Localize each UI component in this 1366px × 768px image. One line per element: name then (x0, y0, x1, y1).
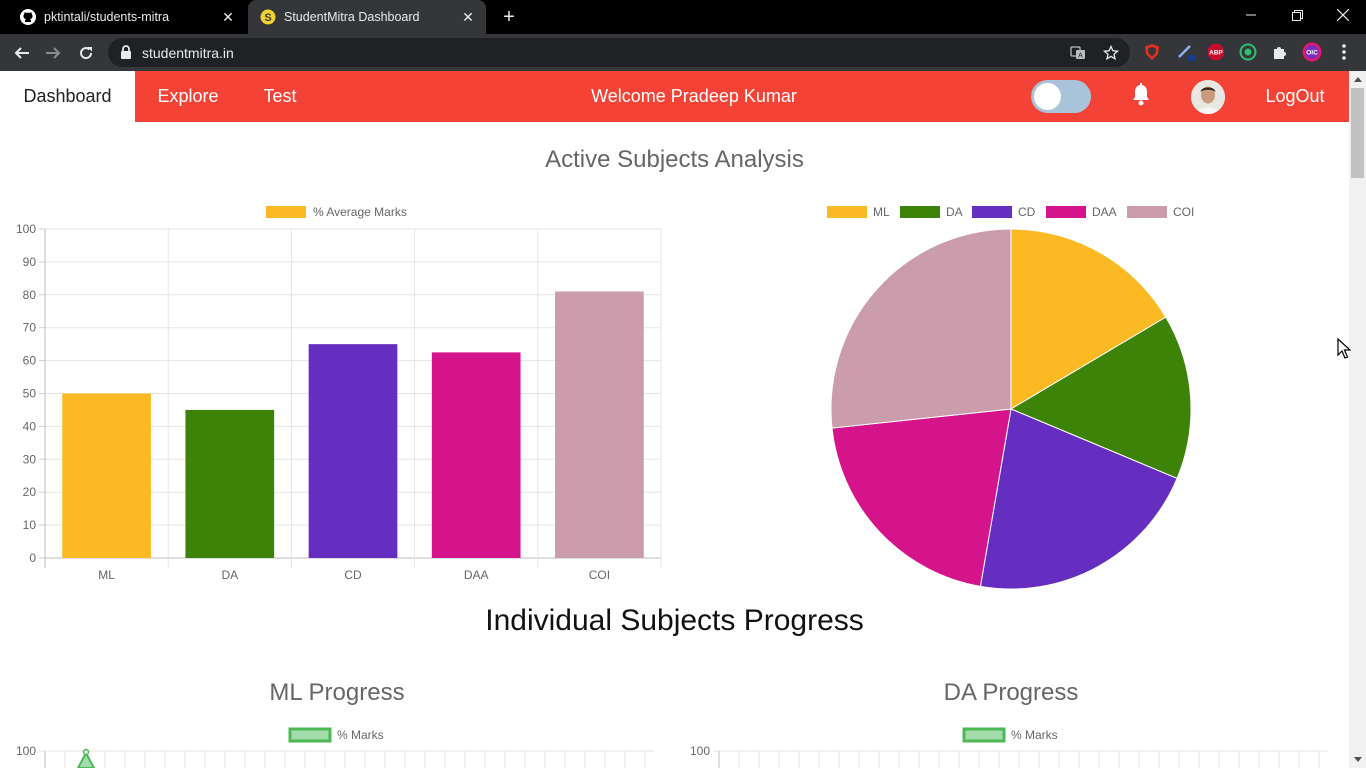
scroll-thumb[interactable] (1351, 88, 1364, 178)
logout-button[interactable]: LogOut (1257, 71, 1333, 122)
browser-toolbar: studentmitra.in A ABP OIC (0, 34, 1366, 71)
browser-menu-icon[interactable] (1334, 42, 1354, 62)
translate-icon[interactable]: A (1069, 44, 1087, 62)
bar-xtick-label: DAA (464, 568, 489, 582)
url-text: studentmitra.in (142, 45, 234, 61)
bar-ytick-label: 10 (23, 518, 37, 532)
pie-legend-label: CD (1018, 205, 1036, 219)
bar-ytick-label: 50 (23, 387, 37, 401)
bar-ytick-label: 0 (29, 551, 36, 565)
ml-ytick-label: 100 (16, 744, 36, 758)
target-extension-icon[interactable] (1238, 42, 1258, 62)
nav-test[interactable]: Test (254, 71, 306, 122)
browser-tab-studentmitra[interactable]: S StudentMitra Dashboard ✕ (248, 0, 486, 34)
s-logo-icon: S (260, 9, 276, 25)
svg-text:A: A (1078, 53, 1083, 60)
pie-slice-daa (831, 408, 1012, 587)
minimize-icon[interactable] (1228, 0, 1274, 30)
pie-legend-swatch-cd (972, 206, 1012, 218)
reload-icon[interactable] (73, 40, 99, 66)
bar-daa (431, 352, 521, 558)
theme-toggle[interactable] (1031, 80, 1091, 113)
github-icon (20, 9, 36, 25)
brave-shield-icon[interactable] (1142, 42, 1162, 62)
bar-xtick-label: DA (221, 568, 238, 582)
bar-xtick-label: COI (589, 568, 610, 582)
bar-ytick-label: 70 (23, 321, 37, 335)
ml-progress-point (82, 748, 90, 756)
bar-ytick-label: 60 (23, 354, 37, 368)
tab-title: pktintali/students-mitra (44, 10, 170, 24)
avatar[interactable] (1191, 80, 1225, 114)
da-legend-label: % Marks (1011, 728, 1058, 742)
bar-ytick-label: 30 (23, 452, 37, 466)
pie-legend-label: DA (946, 205, 963, 219)
bar-ytick-label: 20 (23, 485, 37, 499)
bar-xtick-label: ML (98, 568, 115, 582)
forward-icon[interactable] (40, 40, 66, 66)
page-scrollbar[interactable] (1349, 71, 1366, 768)
pie-legend-swatch-coi (1127, 206, 1167, 218)
bar-ml (62, 393, 151, 558)
browser-tab-github[interactable]: pktintali/students-mitra ✕ (8, 0, 246, 34)
scroll-down-arrow-icon[interactable] (1349, 751, 1366, 768)
pen-extension-icon[interactable] (1176, 42, 1196, 62)
da-legend-swatch (962, 727, 1006, 743)
pie-legend-swatch-daa (1046, 206, 1086, 218)
bar-ytick-label: 100 (16, 222, 36, 236)
pie-legend-label: DAA (1092, 205, 1117, 219)
dashboard-content: Active Subjects Analysis Individual Subj… (0, 122, 1349, 768)
close-tab-icon[interactable]: ✕ (218, 7, 238, 27)
back-icon[interactable] (9, 40, 35, 66)
bar-da (185, 409, 275, 558)
mouse-cursor-icon (1337, 337, 1352, 365)
address-bar[interactable]: studentmitra.in A (108, 38, 1130, 67)
scroll-up-arrow-icon[interactable] (1349, 71, 1366, 88)
bar-ytick-label: 40 (23, 419, 37, 433)
bar-ytick-label: 90 (23, 255, 37, 269)
restore-icon[interactable] (1274, 0, 1320, 30)
toggle-knob (1034, 83, 1061, 110)
bell-icon[interactable] (1129, 82, 1153, 108)
ml-legend-swatch (288, 727, 332, 743)
pie-legend-swatch-da (900, 206, 940, 218)
adblock-plus-icon[interactable]: ABP (1206, 42, 1226, 62)
app-header: Dashboard Explore Test Welcome Pradeep K… (0, 71, 1349, 122)
charts-canvas: 0 10 20 30 40 50 60 70 80 90 100 ML DA CD DAA COI % Aver… (16, 205, 1328, 768)
tab-title: StudentMitra Dashboard (284, 10, 420, 24)
browser-tab-bar: pktintali/students-mitra ✕ S StudentMitr… (0, 0, 1366, 34)
svg-text:ABP: ABP (1209, 50, 1223, 57)
pie-slice-coi (830, 228, 1012, 429)
nav-explore[interactable]: Explore (147, 71, 229, 122)
da-ytick-label: 100 (690, 744, 710, 758)
pie-legend-swatch-ml (827, 206, 867, 218)
svg-text:S: S (264, 12, 271, 24)
extensions-puzzle-icon[interactable] (1270, 42, 1290, 62)
bar-xtick-label: CD (344, 568, 362, 582)
lock-icon[interactable] (120, 45, 132, 64)
new-tab-icon[interactable]: + (499, 7, 519, 27)
welcome-message: Welcome Pradeep Kumar (591, 86, 797, 106)
bar-legend-label: % Average Marks (313, 205, 407, 219)
svg-text:OIC: OIC (1306, 50, 1318, 57)
nav-dashboard[interactable]: Dashboard (0, 71, 135, 122)
pie-legend-label: COI (1173, 205, 1194, 219)
bar-ytick-label: 80 (23, 288, 37, 302)
bar-cd (308, 344, 398, 558)
bar-legend-swatch (266, 206, 306, 218)
bookmark-star-icon[interactable] (1102, 44, 1120, 62)
close-tab-icon[interactable]: ✕ (458, 7, 478, 27)
bar-coi (555, 291, 644, 558)
profile-icon[interactable]: OIC (1302, 42, 1322, 62)
pie-legend-label: ML (873, 205, 890, 219)
ml-legend-label: % Marks (337, 728, 384, 742)
close-window-icon[interactable] (1320, 0, 1366, 30)
